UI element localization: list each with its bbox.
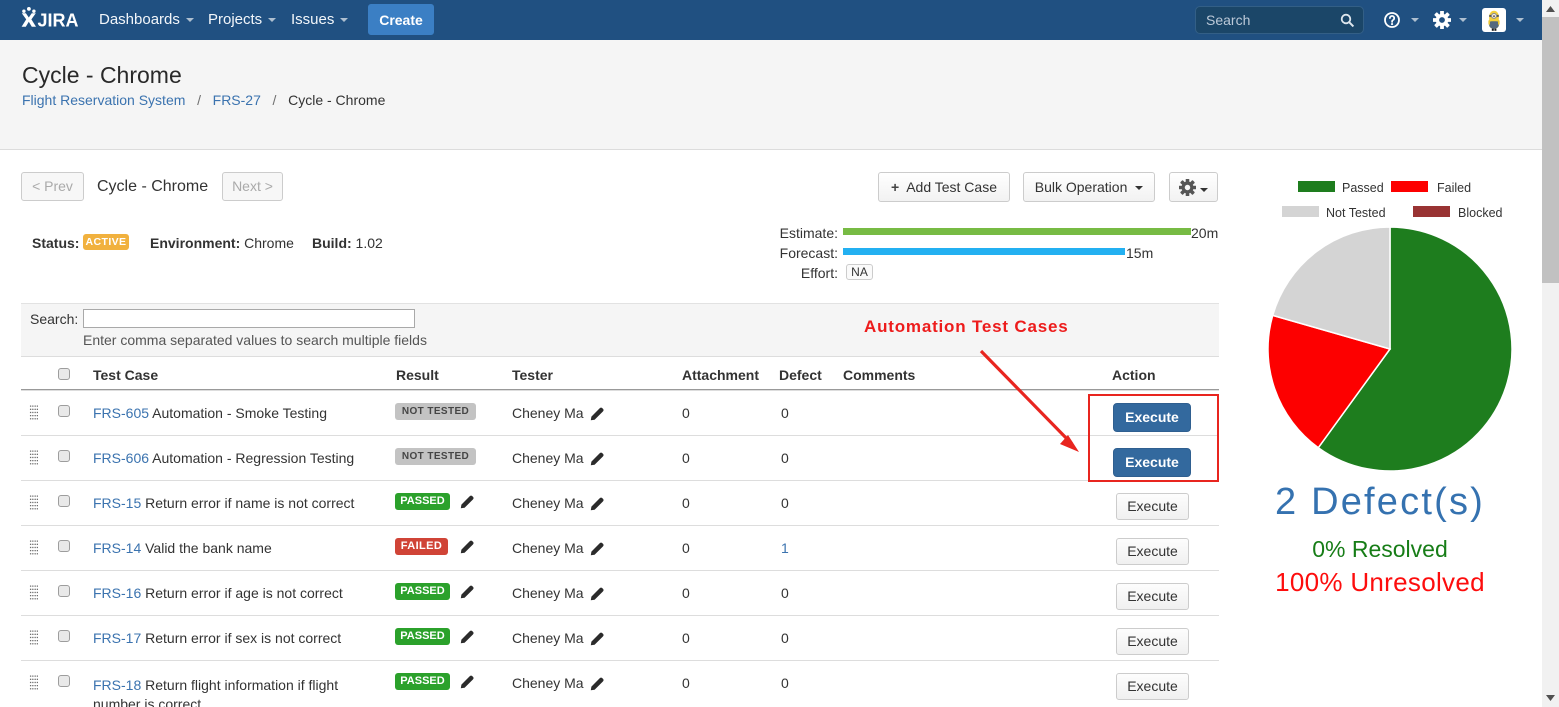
svg-text:JIRA: JIRA	[38, 11, 79, 31]
